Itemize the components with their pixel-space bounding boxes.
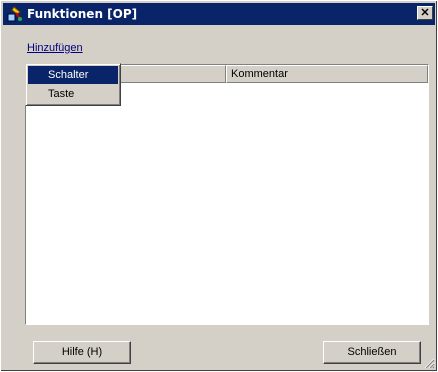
menu-item-schalter[interactable]: Schalter: [28, 66, 118, 84]
add-dropdown-menu: Schalter Taste: [25, 63, 121, 106]
close-window-button[interactable]: ✕: [417, 6, 433, 20]
close-icon: ✕: [420, 7, 430, 19]
column-header-comment[interactable]: Kommentar: [226, 65, 428, 83]
title-bar[interactable]: Funktionen [OP] ✕: [3, 3, 435, 25]
close-button[interactable]: Schließen: [323, 341, 421, 364]
functions-dialog: Funktionen [OP] ✕ Hinzufügen Kommentar S…: [0, 0, 438, 372]
help-button[interactable]: Hilfe (H): [33, 341, 131, 364]
tools-icon: [6, 5, 24, 23]
add-menu-link[interactable]: Hinzufügen: [27, 42, 83, 54]
menu-item-taste[interactable]: Taste: [28, 85, 118, 103]
window-title: Funktionen [OP]: [27, 7, 138, 21]
resize-grip-icon[interactable]: [423, 357, 435, 369]
